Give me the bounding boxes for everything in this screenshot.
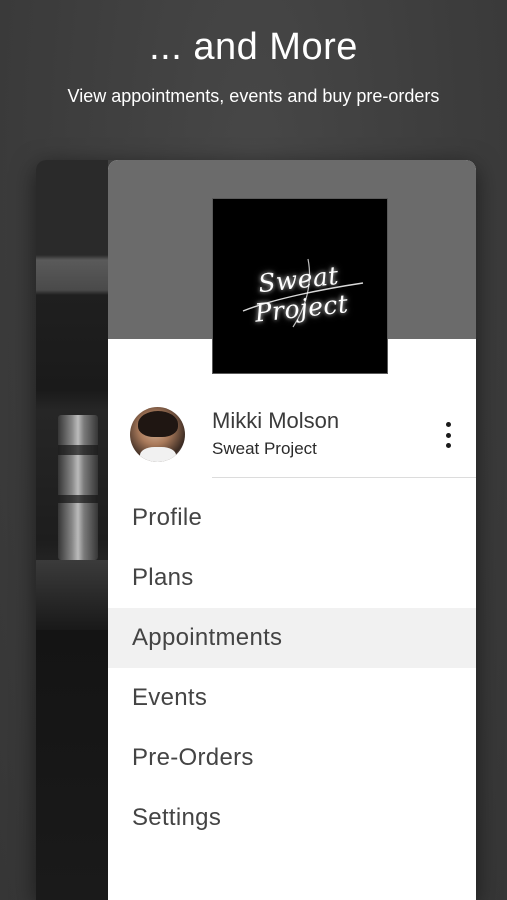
menu-item-pre-orders[interactable]: Pre-Orders <box>108 728 476 788</box>
menu-item-events[interactable]: Events <box>108 668 476 728</box>
background-gym-photo <box>36 160 108 900</box>
photo-floor <box>36 560 108 630</box>
menu-item-appointments[interactable]: Appointments <box>108 608 476 668</box>
navigation-drawer: Sweat Project Mikki Molson Sweat Project… <box>108 160 476 900</box>
menu-item-label: Events <box>132 684 208 711</box>
menu-item-profile[interactable]: Profile <box>108 488 476 548</box>
drawer-menu: Profile Plans Appointments Events Pre-Or… <box>108 488 476 848</box>
brand-logo: Sweat Project <box>212 198 388 374</box>
phone-screen: Sweat Project Mikki Molson Sweat Project… <box>36 160 476 900</box>
more-vertical-icon <box>445 422 451 427</box>
menu-item-label: Settings <box>132 804 222 831</box>
menu-item-plans[interactable]: Plans <box>108 548 476 608</box>
menu-item-label: Pre-Orders <box>132 744 254 771</box>
promo-title: ... and More <box>149 26 358 68</box>
avatar[interactable] <box>130 407 185 462</box>
menu-item-label: Appointments <box>132 624 283 651</box>
user-name: Mikki Molson <box>212 408 340 433</box>
user-organization: Sweat Project <box>212 439 317 458</box>
menu-item-settings[interactable]: Settings <box>108 788 476 848</box>
dumbbell-image <box>58 415 98 560</box>
divider <box>212 477 476 478</box>
promo-subtitle: View appointments, events and buy pre-or… <box>67 86 440 106</box>
menu-item-label: Plans <box>132 564 194 591</box>
more-options-button[interactable] <box>434 422 462 448</box>
menu-item-label: Profile <box>132 504 203 531</box>
